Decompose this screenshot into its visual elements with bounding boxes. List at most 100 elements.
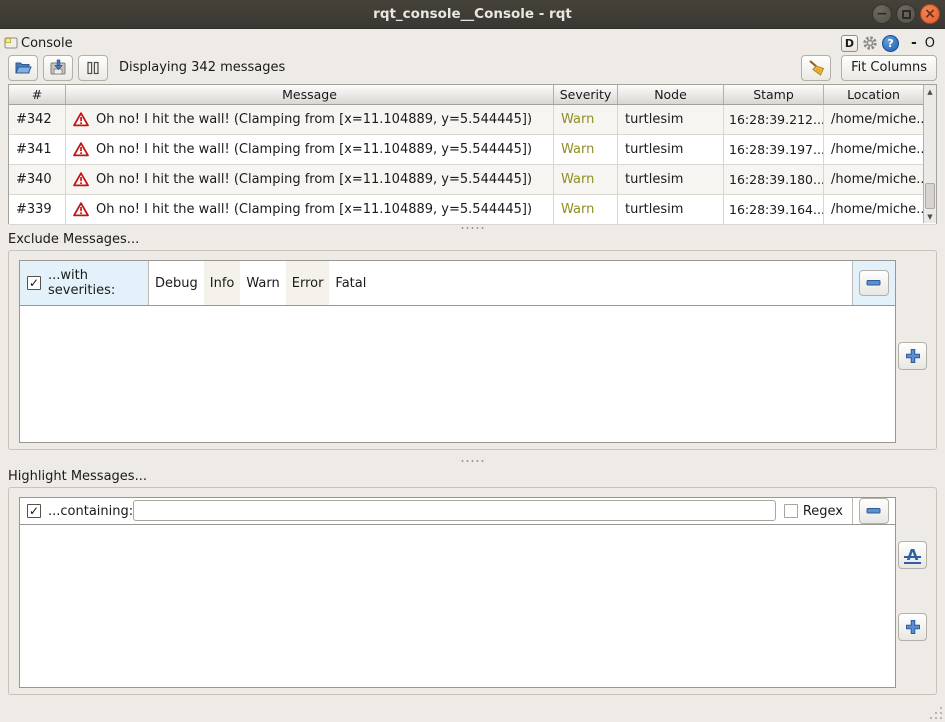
highlight-filter-row[interactable]: ✓ ...containing: Regex	[20, 498, 895, 525]
exclude-filter-list: ✓ ...with severities: Debug Info Warn Er…	[19, 260, 896, 443]
pause-button[interactable]	[78, 55, 108, 81]
scrollbar-thumb[interactable]	[925, 183, 935, 209]
severity-item-debug[interactable]: Debug	[149, 261, 204, 305]
containing-text-input[interactable]	[133, 500, 776, 521]
highlight-minus-cell	[852, 498, 895, 524]
help-button[interactable]: ?	[882, 35, 899, 52]
warning-icon	[73, 112, 89, 127]
severity-filter-checkbox[interactable]: ✓	[27, 276, 41, 290]
cell-stamp: 16:28:39.164...	[724, 195, 824, 224]
message-text: Oh no! I hit the wall! (Clamping from [x…	[96, 142, 532, 157]
plus-icon	[905, 348, 921, 364]
table-vertical-scrollbar[interactable]: ▲ ▼	[923, 85, 936, 223]
highlight-group: ✓ ...containing: Regex A	[8, 487, 937, 695]
message-text: Oh no! I hit the wall! (Clamping from [x…	[96, 172, 532, 187]
severity-item-error[interactable]: Error	[286, 261, 330, 305]
column-header-node[interactable]: Node	[618, 85, 724, 104]
message-count-status: Displaying 342 messages	[119, 60, 285, 75]
table-header: # Message Severity Node Stamp Location	[9, 85, 936, 105]
table-row[interactable]: #342 Oh no! I hit the wall! (Clamping fr…	[9, 105, 936, 135]
cell-message: Oh no! I hit the wall! (Clamping from [x…	[66, 195, 554, 224]
column-header-location[interactable]: Location	[824, 85, 923, 104]
table-row[interactable]: #341 Oh no! I hit the wall! (Clamping fr…	[9, 135, 936, 165]
scroll-down-icon[interactable]: ▼	[927, 210, 932, 223]
dock-close-button[interactable]: O	[925, 36, 935, 51]
cell-message: Oh no! I hit the wall! (Clamping from [x…	[66, 105, 554, 134]
regex-label: Regex	[803, 504, 843, 519]
remove-highlight-filter-button[interactable]	[859, 498, 889, 524]
severity-item-fatal[interactable]: Fatal	[329, 261, 372, 305]
column-header-num[interactable]: #	[9, 85, 66, 104]
help-icon: ?	[887, 37, 893, 50]
fit-columns-label: Fit Columns	[851, 60, 927, 75]
cell-num: #342	[9, 105, 66, 134]
severity-item-info[interactable]: Info	[204, 261, 241, 305]
message-text: Oh no! I hit the wall! (Clamping from [x…	[96, 202, 532, 217]
regex-checkbox[interactable]	[784, 504, 798, 518]
cell-num: #339	[9, 195, 66, 224]
dock-d-label: D	[845, 37, 854, 50]
message-text: Oh no! I hit the wall! (Clamping from [x…	[96, 112, 532, 127]
table-row[interactable]: #339 Oh no! I hit the wall! (Clamping fr…	[9, 195, 936, 225]
splitter-handle[interactable]	[0, 457, 945, 465]
window-controls: − ×	[872, 4, 940, 24]
cell-severity: Warn	[554, 165, 618, 194]
cell-node: turtlesim	[618, 195, 724, 224]
console-icon	[4, 36, 19, 50]
column-header-severity[interactable]: Severity	[554, 85, 618, 104]
column-header-stamp[interactable]: Stamp	[724, 85, 824, 104]
cell-message: Oh no! I hit the wall! (Clamping from [x…	[66, 135, 554, 164]
load-messages-button[interactable]	[8, 55, 38, 81]
close-button[interactable]: ×	[920, 4, 940, 24]
containing-filter-checkbox[interactable]: ✓	[27, 504, 41, 518]
scroll-up-icon[interactable]: ▲	[927, 85, 932, 98]
cell-message: Oh no! I hit the wall! (Clamping from [x…	[66, 165, 554, 194]
toolbar-right: Fit Columns	[801, 55, 937, 81]
remove-exclude-filter-button[interactable]	[859, 270, 889, 296]
add-exclude-filter-button[interactable]	[898, 342, 927, 370]
exclude-group: ✓ ...with severities: Debug Info Warn Er…	[8, 250, 937, 450]
highlight-section-label: Highlight Messages...	[8, 469, 147, 484]
containing-filter-cell: ✓ ...containing:	[20, 498, 128, 524]
splitter-handle[interactable]	[0, 224, 945, 232]
minus-icon	[866, 507, 882, 515]
clear-messages-button[interactable]	[801, 55, 831, 81]
cell-severity: Warn	[554, 105, 618, 134]
cell-severity: Warn	[554, 195, 618, 224]
dock-title: Console	[21, 36, 73, 51]
table-row[interactable]: #340 Oh no! I hit the wall! (Clamping fr…	[9, 165, 936, 195]
maximize-button[interactable]	[896, 4, 916, 24]
highlight-mode-toggle-button[interactable]: A	[898, 541, 927, 569]
column-header-message[interactable]: Message	[66, 85, 554, 104]
check-icon: ✓	[29, 277, 39, 289]
severity-item-warn[interactable]: Warn	[240, 261, 285, 305]
save-icon	[49, 59, 67, 76]
resize-grip[interactable]	[928, 705, 942, 719]
exclude-filter-row[interactable]: ✓ ...with severities: Debug Info Warn Er…	[20, 261, 895, 306]
exclude-severity-filter-cell: ✓ ...with severities:	[20, 261, 149, 305]
cell-location: /home/miche...	[824, 105, 923, 134]
toolbar: Displaying 342 messages Fit Columns	[8, 54, 937, 81]
cell-location: /home/miche...	[824, 195, 923, 224]
warning-icon	[73, 142, 89, 157]
dock-float-button[interactable]: -	[911, 35, 917, 51]
cell-num: #341	[9, 135, 66, 164]
cell-stamp: 16:28:39.197...	[724, 135, 824, 164]
fit-columns-button[interactable]: Fit Columns	[841, 55, 937, 81]
maximize-icon	[902, 10, 911, 19]
minus-icon	[866, 279, 882, 287]
dock-buttons: D ? - O	[841, 35, 937, 52]
minimize-button[interactable]: −	[872, 4, 892, 24]
minimize-icon: −	[876, 7, 888, 21]
regex-option: Regex	[784, 498, 852, 524]
warning-icon	[73, 172, 89, 187]
check-icon: ✓	[29, 505, 39, 517]
settings-gear-icon[interactable]	[862, 35, 878, 51]
dock-d-button[interactable]: D	[841, 35, 858, 52]
save-messages-button[interactable]	[43, 55, 73, 81]
add-highlight-filter-button[interactable]	[898, 613, 927, 641]
window-title: rqt_console__Console - rqt	[373, 6, 572, 22]
containing-filter-label: ...containing:	[48, 504, 133, 519]
cell-severity: Warn	[554, 135, 618, 164]
highlight-filter-list: ✓ ...containing: Regex	[19, 497, 896, 688]
